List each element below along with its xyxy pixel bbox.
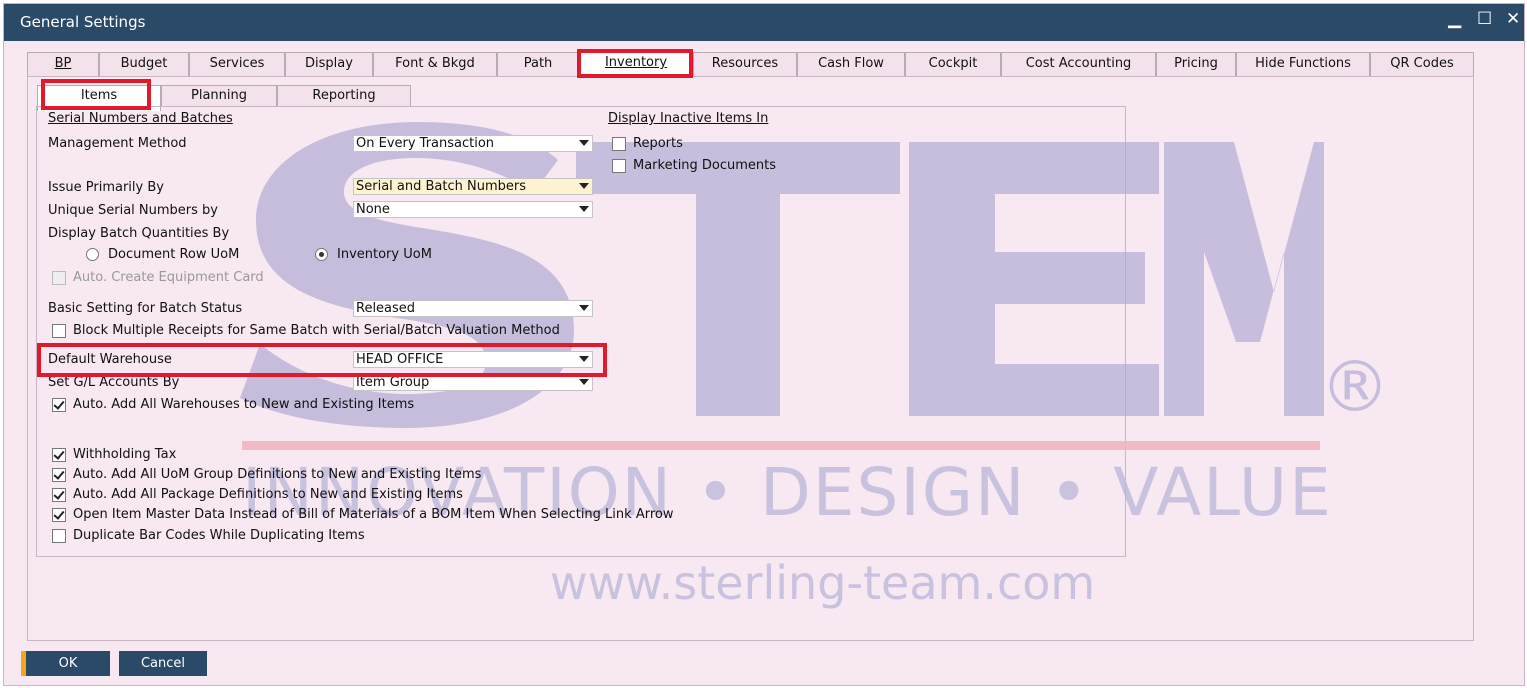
tab-hide-functions[interactable]: Hide Functions [1236, 52, 1370, 76]
auto-add-warehouses-checkbox[interactable] [52, 398, 66, 412]
tab-pricing[interactable]: Pricing [1156, 52, 1236, 76]
window-title: General Settings [20, 13, 146, 31]
set-gl-label: Set G/L Accounts By [48, 375, 180, 390]
auto-equipment-label: Auto. Create Equipment Card [73, 270, 264, 285]
issue-primarily-label: Issue Primarily By [48, 180, 164, 195]
ok-button[interactable]: OK [21, 651, 110, 676]
document-row-uom-label: Document Row UoM [108, 247, 240, 262]
watermark-letter-m [1164, 142, 1324, 416]
unique-serial-dropdown[interactable]: None [353, 201, 593, 218]
auto-equipment-checkbox[interactable] [52, 271, 66, 285]
close-icon[interactable]: ✕ [1506, 9, 1520, 29]
tab-bp[interactable]: BP [27, 52, 99, 76]
maximize-icon[interactable]: ☐ [1477, 9, 1492, 29]
withholding-tax-checkbox[interactable] [52, 448, 66, 462]
management-method-dropdown[interactable]: On Every Transaction [353, 135, 593, 152]
tab-resources[interactable]: Resources [693, 52, 797, 76]
serial-batches-heading: Serial Numbers and Batches [48, 111, 233, 126]
marketing-docs-label: Marketing Documents [633, 158, 777, 173]
watermark-registered-mark: ® [1320, 346, 1390, 428]
tab-display[interactable]: Display [285, 52, 373, 76]
basic-batch-label: Basic Setting for Batch Status [48, 301, 243, 316]
watermark-letter-t [576, 142, 900, 416]
inventory-tab-highlight [577, 49, 693, 78]
block-multiple-checkbox[interactable] [52, 324, 66, 338]
chevron-down-icon [579, 206, 589, 212]
inventory-uom-radio[interactable] [315, 248, 328, 261]
management-method-label: Management Method [48, 136, 187, 151]
duplicate-barcodes-label: Duplicate Bar Codes While Duplicating It… [73, 528, 365, 543]
cancel-button[interactable]: Cancel [119, 651, 207, 676]
tab-cash-flow[interactable]: Cash Flow [797, 52, 905, 76]
open-item-master-label: Open Item Master Data Instead of Bill of… [73, 507, 674, 522]
basic-batch-dropdown[interactable]: Released [353, 300, 593, 317]
withholding-tax-label: Withholding Tax [73, 447, 177, 462]
default-warehouse-highlight [37, 343, 607, 377]
marketing-docs-checkbox[interactable] [612, 159, 626, 173]
block-multiple-label: Block Multiple Receipts for Same Batch w… [73, 323, 560, 338]
tab-path[interactable]: Path [497, 52, 579, 76]
chevron-down-icon [579, 140, 589, 146]
auto-package-label: Auto. Add All Package Definitions to New… [73, 487, 463, 502]
tab-qr-codes[interactable]: QR Codes [1370, 52, 1474, 76]
chevron-down-icon [579, 305, 589, 311]
watermark-letter-e [909, 142, 1159, 416]
tab-font-bkgd[interactable]: Font & Bkgd [373, 52, 497, 76]
reports-label: Reports [633, 136, 683, 151]
tab-cost-accounting[interactable]: Cost Accounting [1001, 52, 1156, 76]
auto-uom-label: Auto. Add All UoM Group Definitions to N… [73, 467, 482, 482]
tab-cockpit[interactable]: Cockpit [905, 52, 1001, 76]
watermark-divider [242, 441, 1320, 450]
reports-checkbox[interactable] [612, 137, 626, 151]
auto-uom-checkbox[interactable] [52, 468, 66, 482]
open-item-master-checkbox[interactable] [52, 508, 66, 522]
issue-primarily-dropdown[interactable]: Serial and Batch Numbers [353, 178, 593, 195]
auto-package-checkbox[interactable] [52, 488, 66, 502]
duplicate-barcodes-checkbox[interactable] [52, 529, 66, 543]
management-method-value: On Every Transaction [356, 136, 495, 151]
tab-reporting[interactable]: Reporting [277, 85, 411, 107]
title-bar: General Settings ▁ ☐ ✕ [4, 4, 1524, 41]
basic-batch-value: Released [356, 301, 416, 316]
issue-primarily-value: Serial and Batch Numbers [356, 179, 527, 194]
set-gl-value: Item Group [356, 375, 430, 390]
display-batch-label: Display Batch Quantities By [48, 226, 230, 241]
chevron-down-icon [579, 379, 589, 385]
general-settings-window: General Settings ▁ ☐ ✕ BP Budget Service… [3, 3, 1525, 686]
tab-services[interactable]: Services [189, 52, 285, 76]
unique-serial-label: Unique Serial Numbers by [48, 203, 218, 218]
inventory-uom-label: Inventory UoM [337, 247, 432, 262]
auto-add-warehouses-label: Auto. Add All Warehouses to New and Exis… [73, 397, 415, 412]
tab-planning[interactable]: Planning [161, 85, 277, 107]
tab-budget[interactable]: Budget [99, 52, 189, 76]
watermark-url: www.sterling-team.com [550, 556, 1096, 610]
inactive-items-heading: Display Inactive Items In [608, 111, 769, 126]
chevron-down-icon [579, 183, 589, 189]
items-tab-highlight [41, 79, 151, 110]
unique-serial-value: None [356, 202, 390, 217]
document-row-uom-radio[interactable] [86, 248, 99, 261]
minimize-icon[interactable]: ▁ [1448, 9, 1461, 29]
